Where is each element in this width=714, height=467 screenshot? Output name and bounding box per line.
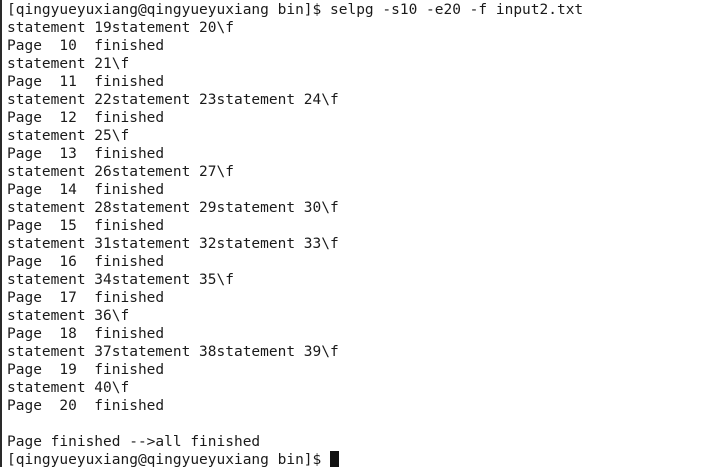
- output-line: statement 40\f: [7, 380, 130, 396]
- output-line: Page finished -->all finished: [7, 434, 261, 450]
- command-prompt-line: [qingyueyuxiang@qingyueyuxiang bin]$ sel…: [7, 2, 584, 18]
- text-cursor: [330, 451, 340, 467]
- output-line: Page 19 finished: [7, 362, 165, 378]
- output-line: statement 28statement 29statement 30\f: [7, 200, 339, 216]
- current-prompt-line[interactable]: [qingyueyuxiang@qingyueyuxiang bin]$: [7, 451, 714, 467]
- window-left-border: [0, 0, 2, 467]
- output-line: statement 31statement 32statement 33\f: [7, 236, 339, 252]
- output-line: statement 36\f: [7, 308, 130, 324]
- output-line: Page 11 finished: [7, 74, 165, 90]
- shell-prompt: [qingyueyuxiang@qingyueyuxiang bin]$: [7, 452, 331, 467]
- terminal-window[interactable]: [qingyueyuxiang@qingyueyuxiang bin]$ sel…: [0, 0, 714, 467]
- output-line: statement 34statement 35\f: [7, 272, 234, 288]
- output-line: Page 14 finished: [7, 182, 165, 198]
- output-line: Page 13 finished: [7, 146, 165, 162]
- output-line: statement 19statement 20\f: [7, 20, 234, 36]
- output-line: Page 15 finished: [7, 218, 165, 234]
- output-line: statement 37statement 38statement 39\f: [7, 344, 339, 360]
- output-line: Page 16 finished: [7, 254, 165, 270]
- output-line: Page 20 finished: [7, 398, 165, 414]
- output-line: Page 10 finished: [7, 38, 165, 54]
- output-line: statement 25\f: [7, 128, 130, 144]
- output-line: statement 26statement 27\f: [7, 164, 234, 180]
- terminal-screen[interactable]: [qingyueyuxiang@qingyueyuxiang bin]$ sel…: [7, 1, 714, 467]
- output-line: Page 12 finished: [7, 110, 165, 126]
- output-line: statement 21\f: [7, 56, 130, 72]
- output-line: statement 22statement 23statement 24\f: [7, 92, 339, 108]
- output-line: Page 17 finished: [7, 290, 165, 306]
- output-line: Page 18 finished: [7, 326, 165, 342]
